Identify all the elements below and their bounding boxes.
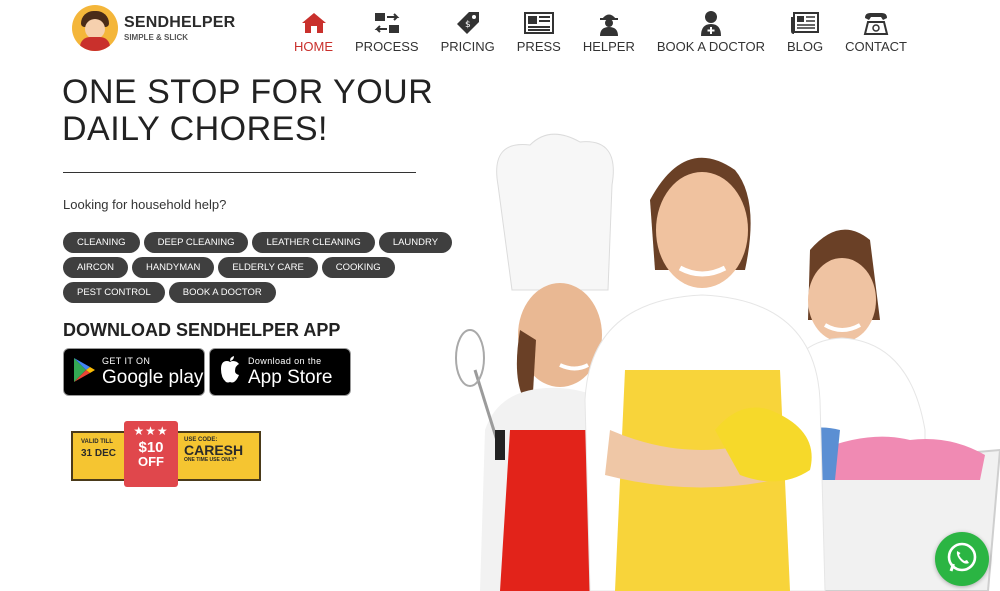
nav-item-process[interactable]: PROCESS [344, 10, 430, 54]
nav-label: BLOG [787, 39, 824, 54]
promo-coupon[interactable]: VALID TILL 31 DEC ★★★ $10 OFF USE CODE: … [71, 421, 261, 487]
newspaper-icon [523, 10, 554, 36]
nav-label: PROCESS [355, 39, 419, 54]
promo-valid-date: 31 DEC [81, 447, 117, 459]
doctor-icon [699, 10, 723, 36]
apple-icon [218, 355, 242, 389]
service-tag-book-a-doctor[interactable]: BOOK A DOCTOR [168, 282, 276, 303]
brand-name: SENDHELPER [124, 13, 236, 31]
promo-validity: VALID TILL 31 DEC [81, 439, 116, 459]
nav-label: CONTACT [845, 39, 907, 54]
store-buttons: GET IT ON Google play Download on the Ap… [63, 348, 351, 396]
service-tag-cleaning[interactable]: CLEANING [63, 232, 140, 253]
nav-item-contact[interactable]: CONTACT [834, 10, 918, 54]
hero-subtitle: Looking for household help? [63, 197, 227, 212]
app-store-big-text: App Store [248, 367, 333, 388]
nav-item-book-a-doctor[interactable]: BOOK A DOCTOR [646, 10, 776, 54]
worker-icon [597, 10, 621, 36]
nav-item-home[interactable]: HOME [283, 10, 344, 54]
promo-ribbon: ★★★ $10 OFF [124, 421, 178, 487]
whatsapp-button[interactable] [935, 532, 989, 586]
google-play-icon [72, 357, 96, 388]
promo-code: CARESH [184, 442, 244, 459]
blog-icon [791, 10, 820, 36]
service-tag-aircon[interactable]: AIRCON [63, 257, 128, 278]
hero-title: ONE STOP FOR YOUR DAILY CHORES! [62, 74, 462, 148]
service-tag-handyman[interactable]: HANDYMAN [131, 257, 215, 278]
nav-item-blog[interactable]: BLOG [776, 10, 834, 54]
stars-icon: ★★★ [133, 424, 169, 438]
nav-item-press[interactable]: PRESS [506, 10, 572, 54]
whatsapp-icon [945, 540, 979, 579]
brand-tagline: SIMPLE & SLICK [124, 32, 189, 42]
google-play-big-text: Google play [102, 367, 204, 388]
google-play-small-text: GET IT ON [102, 356, 151, 366]
helper-mascot-icon [72, 5, 118, 51]
price-tag-icon: $ [456, 10, 480, 36]
main-nav: HOME PROCESS $ PRICING PRESS HELPER BOOK… [283, 10, 918, 54]
process-icon [373, 10, 401, 36]
download-title: DOWNLOAD SENDHELPER APP [63, 320, 341, 340]
nav-item-helper[interactable]: HELPER [572, 10, 646, 54]
hero-title-line1: ONE STOP FOR YOUR [62, 73, 434, 111]
google-play-button[interactable]: GET IT ON Google play [63, 348, 205, 396]
apron-helper [584, 157, 826, 591]
divider [63, 172, 416, 173]
service-tag-leather-cleaning[interactable]: LEATHER CLEANING [252, 232, 375, 253]
promo-code-block: USE CODE: CARESH ONE TIME USE ONLY* [184, 437, 243, 463]
service-tags: CLEANING DEEP CLEANING LEATHER CLEANING … [63, 232, 453, 303]
promo-off: OFF [138, 454, 164, 469]
service-tag-elderly-care[interactable]: ELDERLY CARE [218, 257, 318, 278]
nav-label: HOME [294, 39, 334, 54]
hero-helpers-image [455, 133, 1000, 591]
promo-valid-label: VALID TILL [81, 439, 113, 445]
svg-text:$: $ [465, 20, 471, 30]
service-tag-pest-control[interactable]: PEST CONTROL [63, 282, 165, 303]
nav-label: PRICING [440, 39, 495, 54]
promo-amount: $10 [138, 439, 164, 456]
nav-label: PRESS [516, 39, 561, 54]
nav-label: BOOK A DOCTOR [656, 39, 765, 54]
app-store-small-text: Download on the [248, 356, 322, 366]
app-store-button[interactable]: Download on the App Store [209, 348, 351, 396]
service-tag-cooking[interactable]: COOKING [321, 257, 395, 278]
nav-item-pricing[interactable]: $ PRICING [430, 10, 506, 54]
brand-text: SENDHELPER SIMPLE & SLICK [124, 13, 236, 42]
phone-icon [862, 10, 890, 36]
service-tag-deep-cleaning[interactable]: DEEP CLEANING [143, 232, 249, 253]
brand-logo[interactable]: SENDHELPER SIMPLE & SLICK [72, 5, 235, 51]
nav-label: HELPER [582, 39, 635, 54]
promo-code-note: ONE TIME USE ONLY* [184, 456, 237, 463]
home-icon [301, 10, 327, 36]
hero-title-line2: DAILY CHORES! [62, 110, 328, 148]
